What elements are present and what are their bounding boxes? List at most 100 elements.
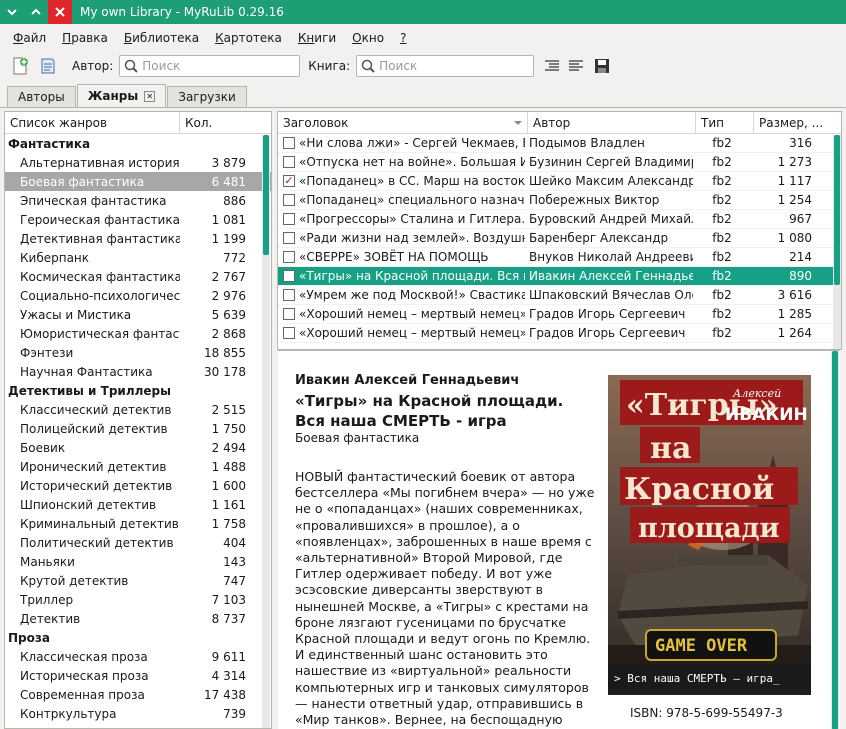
book-row[interactable]: «Тигры» на Красной площади. Вся наша Ивак… xyxy=(278,267,841,286)
menu-item-5[interactable]: Окно xyxy=(344,31,392,45)
genre-row[interactable]: Космическая фантастика 2 767 xyxy=(5,267,271,286)
genre-row[interactable]: Триллер 7 103 xyxy=(5,590,271,609)
genre-name: Шпионский детектив xyxy=(20,497,157,512)
menu-mnemonic: Кн xyxy=(297,31,315,45)
genre-row[interactable]: Шпионский детектив 1 161 xyxy=(5,495,271,514)
genre-row[interactable]: Классическая проза 9 611 xyxy=(5,647,271,666)
genre-category-row[interactable]: Проза xyxy=(5,628,271,647)
tree-view-icon[interactable] xyxy=(566,56,586,76)
author-column-header[interactable]: Автор xyxy=(528,112,696,133)
checkbox[interactable] xyxy=(283,289,295,301)
menu-item-0[interactable]: Файл xyxy=(5,31,54,45)
checkbox[interactable] xyxy=(283,251,295,263)
book-author: Шейко Максим Александро xyxy=(529,174,693,188)
genre-name: Фэнтези xyxy=(20,345,74,360)
book-row[interactable]: «Умрем же под Москвой!» Свастика над Шпак… xyxy=(278,286,841,305)
genre-row[interactable]: Классический детектив 2 515 xyxy=(5,400,271,419)
genre-row[interactable]: Иронический детектив 1 488 xyxy=(5,457,271,476)
genre-row[interactable]: Полицейский детектив 1 750 xyxy=(5,419,271,438)
menu-item-3[interactable]: Картотека xyxy=(207,31,290,45)
genre-name-column-header[interactable]: Список жанров xyxy=(5,112,180,133)
checkbox[interactable] xyxy=(283,270,295,282)
book-search-placeholder: Поиск xyxy=(379,59,418,73)
checkbox[interactable] xyxy=(283,194,295,206)
genre-row[interactable]: Современная проза 17 438 xyxy=(5,685,271,704)
details-scrollbar[interactable] xyxy=(831,351,839,729)
book-row[interactable]: «СВЕРРЕ» ЗОВЁТ НА ПОМОЩЬ Внуков Николай А… xyxy=(278,248,841,267)
genre-row[interactable]: Киберпанк 772 xyxy=(5,248,271,267)
checkbox-checked[interactable]: ✓ xyxy=(283,175,295,187)
title-column-header[interactable]: Заголовок xyxy=(278,112,528,133)
checkbox[interactable] xyxy=(283,137,295,149)
book-row[interactable]: ✓ «Попаданец» в СС. Марш на восток Шейко М… xyxy=(278,172,841,191)
genre-count-column-header[interactable]: Кол. xyxy=(180,112,270,133)
tab-genres[interactable]: Жанры ✕ xyxy=(76,84,167,107)
book-row[interactable]: «Хороший немец – мертвый немец». Чу Градо… xyxy=(278,305,841,324)
book-row[interactable]: «Прогрессоры» Сталина и Гитлера. Дае Буро… xyxy=(278,210,841,229)
genre-row[interactable]: Социально-психологическая 2 976 xyxy=(5,286,271,305)
book-author: Градов Игорь Сергеевич xyxy=(529,307,686,321)
size-column-header[interactable]: Размер, ... xyxy=(754,112,828,133)
genre-category-row[interactable]: Детективы и Триллеры xyxy=(5,381,271,400)
genre-scrollbar[interactable] xyxy=(262,135,270,728)
menu-item-4[interactable]: Книги xyxy=(290,31,344,45)
genre-row[interactable]: Боевик 2 494 xyxy=(5,438,271,457)
menu-mnemonic: К xyxy=(215,31,224,45)
checkbox[interactable] xyxy=(283,156,295,168)
genre-name: Эпическая фантастика xyxy=(20,193,167,208)
genre-row[interactable]: Боевая фантастика 6 481 xyxy=(5,172,271,191)
book-size: 3 616 xyxy=(777,288,812,302)
menu-item-1[interactable]: Правка xyxy=(54,31,116,45)
book-scrollbar-thumb[interactable] xyxy=(834,135,840,285)
genre-row[interactable]: Контркультура 739 xyxy=(5,704,271,723)
menu-item-2[interactable]: Библиотека xyxy=(116,31,207,45)
book-row[interactable]: «Ради жизни над землей». Воздушный а Баре… xyxy=(278,229,841,248)
checkbox[interactable] xyxy=(283,232,295,244)
genre-count: 8 737 xyxy=(211,611,246,626)
genre-row[interactable]: Историческая проза 4 314 xyxy=(5,666,271,685)
checkbox[interactable] xyxy=(283,213,295,225)
genre-row[interactable]: Научная Фантастика 30 178 xyxy=(5,362,271,381)
book-search-input[interactable]: Поиск xyxy=(356,55,535,77)
genre-category-row[interactable]: Фантастика xyxy=(5,134,271,153)
book-row[interactable]: «Отпуска нет на войне». Большая Игра - Бу… xyxy=(278,153,841,172)
genre-row[interactable]: Героическая фантастика 1 081 xyxy=(5,210,271,229)
new-file-icon[interactable] xyxy=(10,56,30,76)
book-row[interactable]: «Хороший немец – мертвый немец». Чу Градо… xyxy=(278,324,841,343)
maximize-button[interactable] xyxy=(24,0,48,24)
genre-row[interactable]: Исторический детектив 1 600 xyxy=(5,476,271,495)
genre-row[interactable]: Криминальный детектив 1 758 xyxy=(5,514,271,533)
book-row[interactable]: «Попаданец» специального назначения Побер… xyxy=(278,191,841,210)
genre-row[interactable]: Крутой детектив 747 xyxy=(5,571,271,590)
genre-row[interactable]: Эпическая фантастика 886 xyxy=(5,191,271,210)
list-view-icon[interactable] xyxy=(542,56,562,76)
close-button[interactable] xyxy=(48,0,72,24)
checkbox[interactable] xyxy=(283,327,295,339)
book-row[interactable]: «Ни слова лжи» - Сергей Чекмаев, Влад Под… xyxy=(278,134,841,153)
genre-row[interactable]: Политический детектив 404 xyxy=(5,533,271,552)
tab-authors[interactable]: Авторы xyxy=(7,86,76,107)
genre-row[interactable]: Фэнтези 18 855 xyxy=(5,343,271,362)
genre-name: Криминальный детектив xyxy=(20,516,179,531)
tab-close-icon[interactable]: ✕ xyxy=(144,90,156,102)
genre-row[interactable]: Альтернативная история 3 879 xyxy=(5,153,271,172)
book-title-cell: «Тигры» на Красной площади. Вся наша xyxy=(278,267,525,285)
genre-scrollbar-thumb[interactable] xyxy=(263,135,269,255)
genre-row[interactable]: Детективная фантастика 1 199 xyxy=(5,229,271,248)
genre-row[interactable]: Детектив 8 737 xyxy=(5,609,271,628)
document-icon[interactable] xyxy=(38,56,58,76)
tab-downloads[interactable]: Загрузки xyxy=(167,86,247,107)
genre-row[interactable]: Юмористическая фантастика 2 868 xyxy=(5,324,271,343)
genre-count: 30 178 xyxy=(204,364,246,379)
genre-row[interactable]: Ужасы и Мистика 5 639 xyxy=(5,305,271,324)
author-search-input[interactable]: Поиск xyxy=(119,55,301,77)
genre-row[interactable]: Маньяки 143 xyxy=(5,552,271,571)
menu-item-6[interactable]: ? xyxy=(392,31,414,45)
minimize-button[interactable] xyxy=(0,0,24,24)
save-icon[interactable] xyxy=(592,56,612,76)
book-list-header: Заголовок Автор Тип Размер, ... xyxy=(278,112,841,134)
book-scrollbar[interactable] xyxy=(833,135,841,349)
details-scrollbar-thumb[interactable] xyxy=(832,351,838,729)
checkbox[interactable] xyxy=(283,308,295,320)
type-column-header[interactable]: Тип xyxy=(696,112,754,133)
